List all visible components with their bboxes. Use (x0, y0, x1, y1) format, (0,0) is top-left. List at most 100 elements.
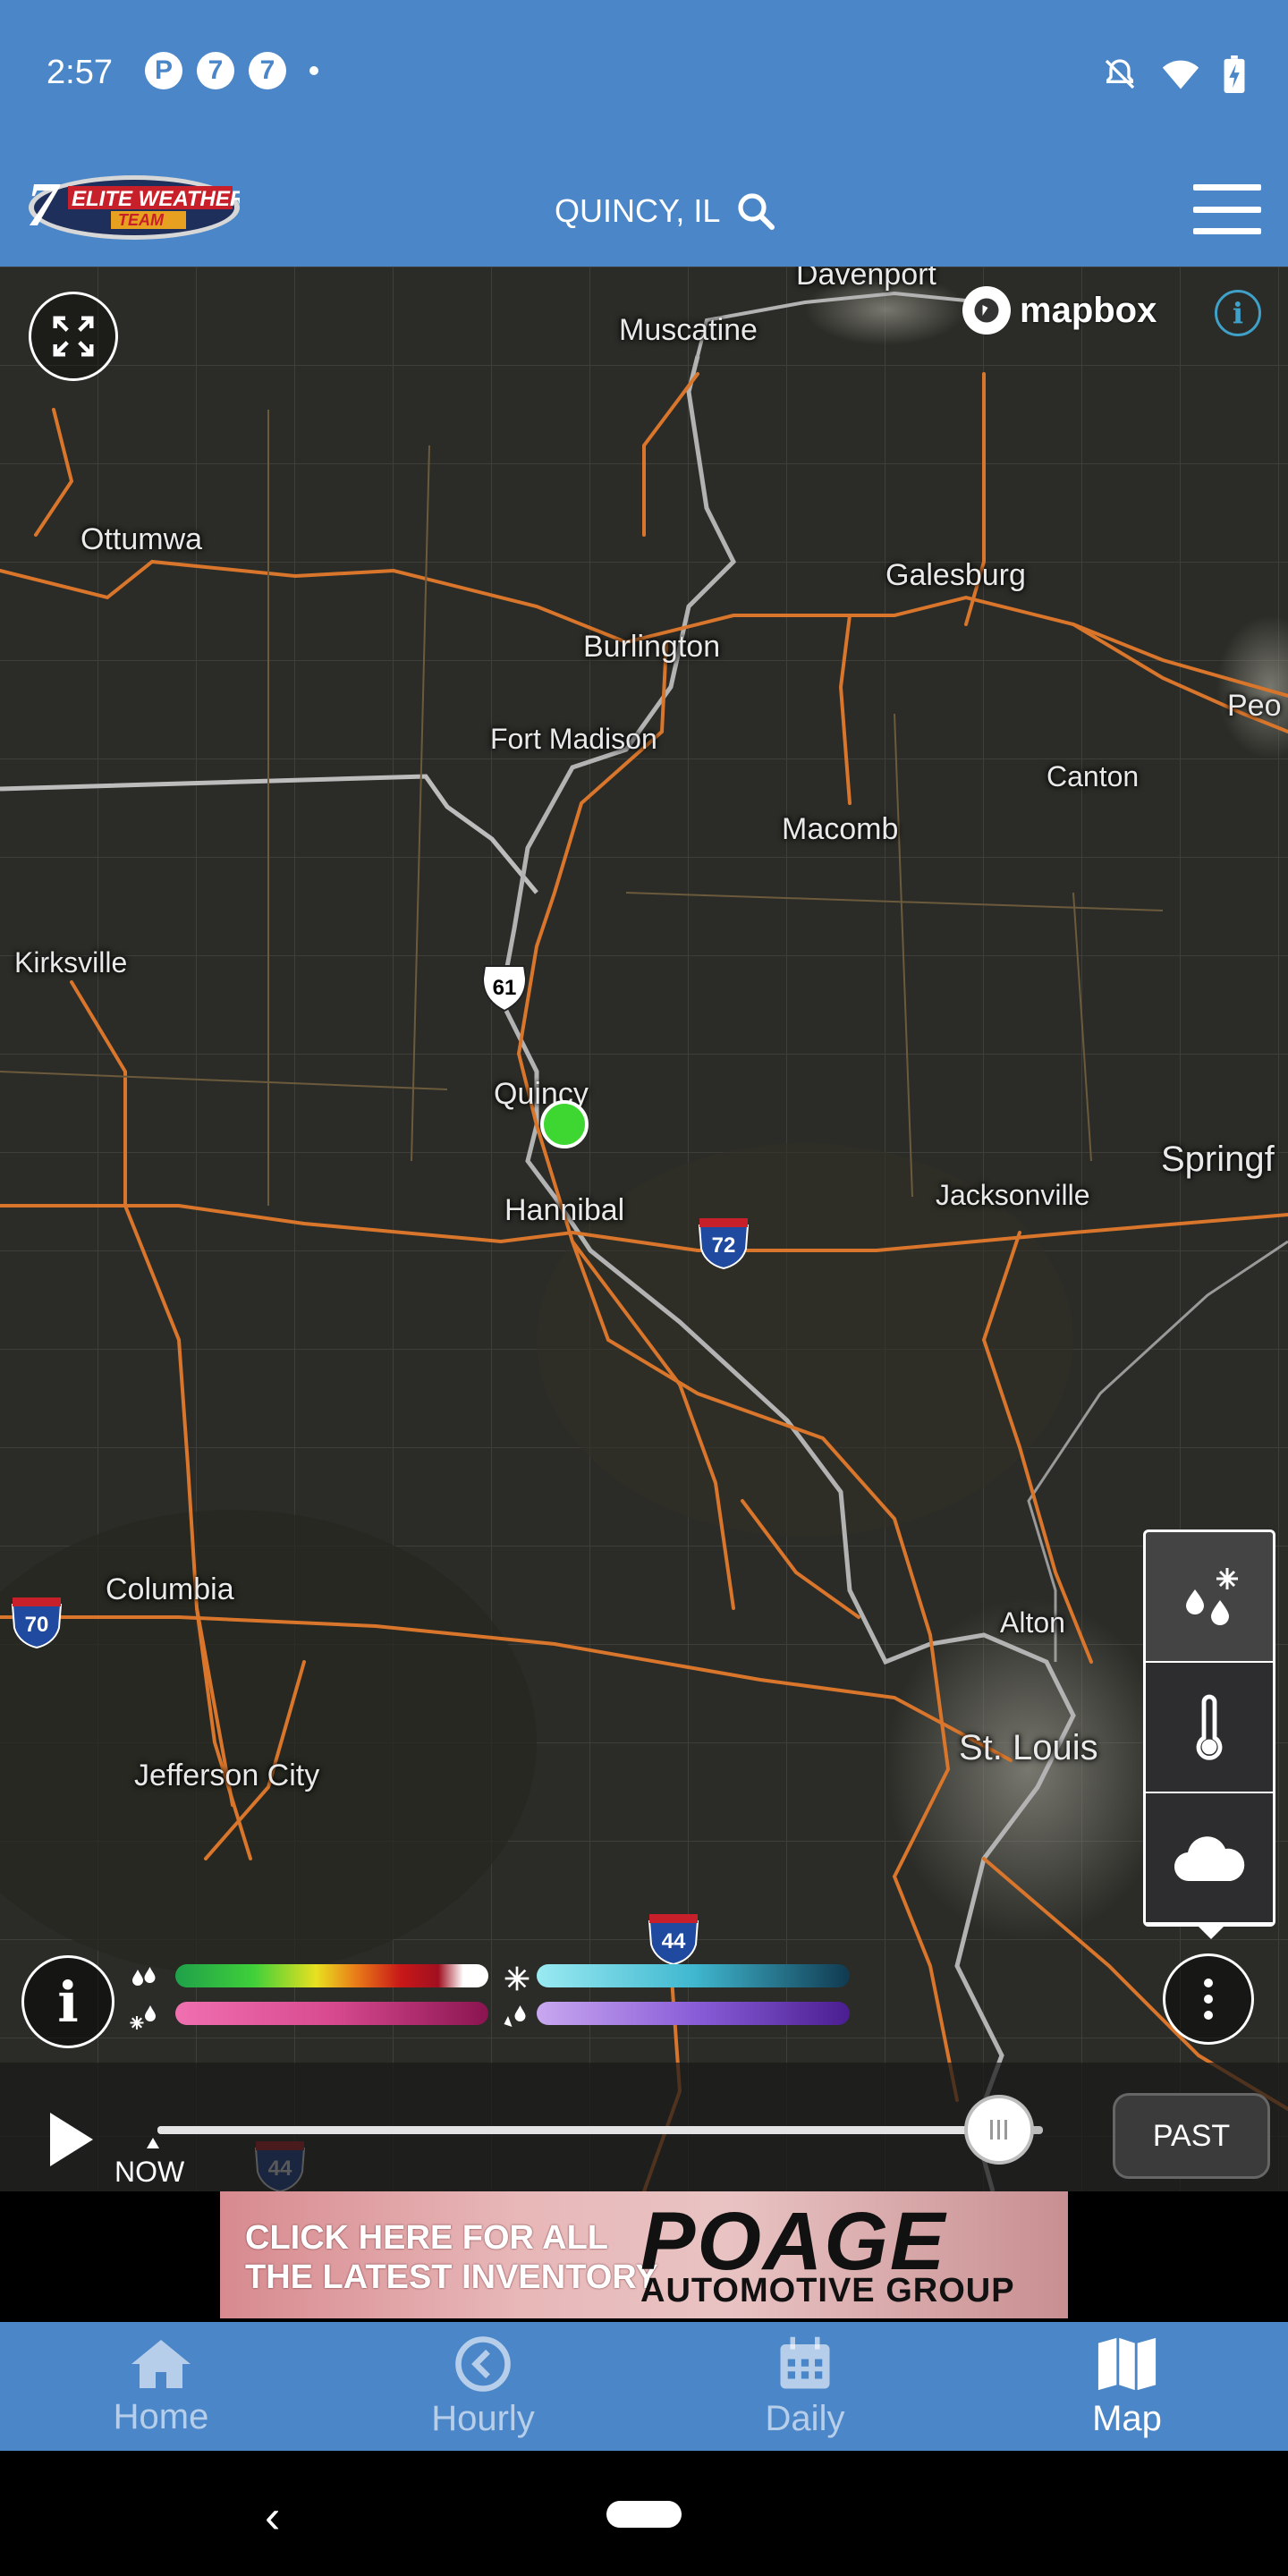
clouds-layer-button[interactable] (1146, 1793, 1273, 1924)
bottom-navigation: Home Hourly Daily Map (0, 2322, 1288, 2451)
status-time: 2:57 (47, 54, 113, 91)
status-bar: 2:57 P 7 7 (0, 0, 1288, 150)
city-label-ottumwa: Ottumwa (80, 522, 203, 556)
legend-info-button[interactable]: i (21, 1955, 114, 2048)
svg-text:72: 72 (712, 1233, 736, 1258)
svg-text:ELITE WEATHER: ELITE WEATHER (72, 187, 240, 211)
past-button[interactable]: PAST (1113, 2093, 1270, 2179)
city-label-hannibal: Hannibal (504, 1193, 625, 1227)
poage-ad-banner[interactable]: CLICK HERE FOR ALL THE LATEST INVENTORY … (220, 2191, 1068, 2318)
current-location-marker[interactable] (540, 1100, 589, 1148)
timeline-track[interactable] (157, 2126, 1043, 2134)
hamburger-menu-icon[interactable] (1193, 184, 1261, 234)
us-highway-61-shield: 61 (481, 965, 528, 1013)
svg-text:TEAM: TEAM (118, 211, 165, 229)
city-label-davenport: Davenport (796, 267, 936, 292)
nav-home-label: Home (113, 2396, 209, 2436)
city-label-burlington: Burlington (583, 630, 721, 664)
city-label-jefferson-city: Jefferson City (134, 1758, 320, 1792)
ice-color-scale (537, 2002, 850, 2025)
ice-legend-icon (504, 2005, 526, 2027)
svg-text:70: 70 (25, 1613, 49, 1637)
city-label-jacksonville: Jacksonville (936, 1179, 1090, 1211)
silent-bell-icon (1105, 59, 1135, 89)
more-notifications-dot (309, 66, 318, 75)
city-label-columbia: Columbia (106, 1572, 234, 1606)
nav-hourly-label: Hourly (431, 2398, 535, 2438)
more-options-button[interactable] (1163, 1953, 1254, 2045)
city-label-st-louis: St. Louis (959, 1728, 1098, 1767)
mapbox-attribution[interactable]: mapbox (962, 286, 1157, 335)
play-icon[interactable] (50, 2113, 93, 2166)
expand-icon (53, 316, 94, 357)
ad-line-1: CLICK HERE FOR ALL (245, 2219, 609, 2257)
layer-panel-pointer (1197, 1925, 1225, 1939)
city-label-canton: Canton (1046, 760, 1140, 792)
svg-text:7: 7 (27, 171, 61, 240)
wifi-icon (1162, 60, 1199, 89)
home-icon (131, 2339, 191, 2388)
mix-legend-icon (130, 2005, 156, 2029)
snow-legend-icon (504, 1966, 530, 1991)
radar-map[interactable]: Davenport Muscatine Ottumwa Galesburg Bu… (0, 267, 1288, 2191)
notification-app-icon: P (145, 52, 182, 89)
cloud-icon (1174, 1836, 1245, 1882)
notification-channel7-icon: 7 (249, 52, 286, 89)
system-navigation-bar: ‹ (0, 2451, 1288, 2576)
map-layer-panel (1143, 1530, 1275, 1927)
nav-map-label: Map (1092, 2398, 1162, 2438)
mapbox-label: mapbox (1020, 290, 1157, 330)
ad-line-2: THE LATEST INVENTORY (245, 2258, 658, 2296)
interstate-70-shield: 70 (11, 1597, 63, 1649)
map-info-icon[interactable]: i (1215, 290, 1261, 336)
city-label-kirksville: Kirksville (14, 946, 128, 979)
fullscreen-button[interactable] (29, 292, 118, 381)
clock-back-icon (455, 2335, 511, 2392)
elite-weather-logo[interactable]: 7 ELITE WEATHER TEAM (25, 170, 240, 243)
now-label: NOW (114, 2156, 185, 2188)
timeline-scrubber-handle[interactable] (963, 2095, 1034, 2165)
battery-charging-icon (1224, 55, 1245, 93)
city-label-macomb: Macomb (782, 812, 899, 846)
city-label-galesburg: Galesburg (886, 558, 1026, 592)
timeline-progress (157, 2126, 999, 2134)
calendar-icon (780, 2336, 830, 2388)
ad-brand-sub: AUTOMOTIVE GROUP (640, 2272, 1015, 2309)
precipitation-layer-button[interactable] (1146, 1532, 1273, 1663)
nav-daily[interactable]: Daily (644, 2322, 966, 2451)
radar-timeline: NOW PAST (0, 2063, 1288, 2191)
svg-text:61: 61 (493, 976, 517, 1000)
system-home-pill[interactable] (606, 2501, 682, 2528)
location-label[interactable]: QUINCY, IL (555, 192, 720, 230)
nav-map[interactable]: Map (966, 2322, 1288, 2451)
city-label-springfield: Springf (1161, 1140, 1275, 1179)
rain-snow-icon (1186, 1568, 1238, 1625)
notification-icons: P 7 7 (145, 52, 318, 89)
svg-text:44: 44 (662, 1929, 686, 1953)
snow-color-scale (537, 1964, 850, 1987)
nav-home[interactable]: Home (0, 2322, 322, 2451)
interstate-72-shield: 72 (698, 1218, 750, 1270)
now-marker (147, 2138, 159, 2148)
temperature-layer-button[interactable] (1146, 1663, 1273, 1793)
notification-channel7-icon: 7 (197, 52, 234, 89)
mix-color-scale (175, 2002, 488, 2025)
app-header: 7 ELITE WEATHER TEAM QUINCY, IL (0, 150, 1288, 267)
city-label-alton: Alton (1000, 1606, 1065, 1639)
ad-strip: CLICK HERE FOR ALL THE LATEST INVENTORY … (0, 2191, 1288, 2322)
nav-daily-label: Daily (765, 2398, 845, 2438)
city-label-peoria: Peo (1227, 689, 1282, 723)
rain-color-scale (175, 1964, 488, 1987)
mapbox-logo-icon (962, 286, 1011, 335)
search-icon[interactable] (734, 190, 777, 233)
city-label-muscatine: Muscatine (619, 313, 758, 347)
system-icons (1102, 55, 1245, 93)
ad-text: CLICK HERE FOR ALL THE LATEST INVENTORY (245, 2218, 658, 2297)
rain-legend-icon (132, 1967, 156, 1986)
location-search[interactable]: QUINCY, IL (555, 190, 777, 233)
city-label-fort-madison: Fort Madison (490, 723, 657, 755)
interstate-44-shield: 44 (648, 1914, 699, 1966)
system-back-icon[interactable]: ‹ (265, 2490, 280, 2544)
thermometer-icon (1196, 1694, 1223, 1760)
nav-hourly[interactable]: Hourly (322, 2322, 644, 2451)
